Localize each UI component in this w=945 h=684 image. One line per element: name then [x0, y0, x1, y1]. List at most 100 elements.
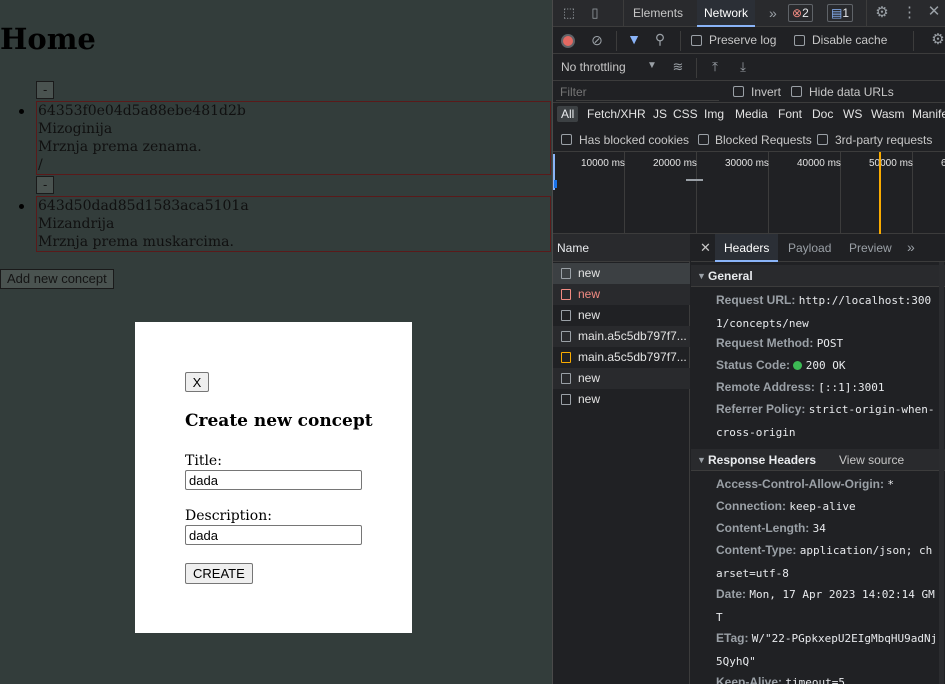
type-filter-img[interactable]: Img [704, 107, 724, 121]
import-har-icon[interactable]: ⤒ [707, 59, 723, 75]
request-row[interactable]: new [553, 368, 690, 389]
tab-network[interactable]: Network [697, 0, 756, 27]
request-name: new [578, 371, 601, 385]
divider [616, 31, 617, 51]
network-settings-icon[interactable]: ⚙ [929, 32, 945, 48]
third-party-checkbox[interactable] [817, 134, 828, 145]
type-filter-css[interactable]: CSS [673, 107, 698, 121]
scrollbar[interactable] [939, 262, 944, 684]
view-source-link[interactable]: View source [839, 449, 904, 471]
request-row[interactable]: new [553, 305, 690, 326]
blocked-cookies-checkbox[interactable] [561, 134, 572, 145]
page-title: Home [0, 22, 96, 56]
kebab-menu-icon[interactable]: ⋮ [902, 5, 917, 21]
header-key: Status Code: [716, 358, 791, 372]
tab-payload[interactable]: Payload [788, 241, 831, 255]
inspect-element-icon[interactable]: ⬚ [561, 5, 577, 21]
header-key: Access-Control-Allow-Origin: [716, 477, 885, 491]
request-row[interactable]: main.a5c5db797f7... [553, 347, 690, 368]
request-row[interactable]: new [553, 284, 690, 305]
type-filter-fetch-xhr[interactable]: Fetch/XHR [587, 107, 646, 121]
search-icon[interactable]: ⚲ [652, 31, 668, 47]
type-filter-ws[interactable]: WS [843, 107, 862, 121]
blocked-requests-checkbox[interactable] [698, 134, 709, 145]
hide-data-urls-checkbox[interactable] [791, 86, 802, 97]
header-value: 200 OK [805, 359, 846, 372]
request-row[interactable]: new [553, 263, 690, 284]
add-concept-button[interactable]: Add new concept [0, 269, 114, 289]
error-document-icon [561, 289, 571, 300]
type-filter-doc[interactable]: Doc [812, 107, 833, 121]
type-filter-font[interactable]: Font [778, 107, 802, 121]
request-name: new [578, 266, 601, 280]
create-button[interactable]: CREATE [185, 563, 253, 584]
record-icon[interactable] [561, 34, 575, 48]
concept-id: 643d50dad85d1583aca5101a [38, 198, 249, 214]
tab-preview[interactable]: Preview [849, 241, 892, 255]
title-input[interactable] [185, 470, 362, 490]
settings-gear-icon[interactable]: ⚙ [873, 5, 891, 21]
name-column-header[interactable]: Name [553, 234, 690, 262]
throttling-select[interactable]: No throttling [561, 60, 626, 74]
error-count-badge[interactable]: ⊗2 [788, 4, 813, 22]
timeline-tick-label: 10000 ms [581, 158, 625, 169]
remove-concept-button[interactable]: - [36, 176, 55, 194]
date-row: Date: Mon, 17 Apr 2023 14:02:14 GM T [716, 583, 941, 629]
close-details-icon[interactable]: ✕ [700, 240, 711, 256]
filter-icon[interactable]: ▼ [626, 31, 642, 47]
resource-type-filters: All Fetch/XHR JS CSS Img Media Font Doc … [553, 103, 945, 128]
tab-headers[interactable]: Headers [715, 234, 779, 262]
message-count-badge[interactable]: ▤1 [827, 4, 854, 22]
disable-cache-checkbox[interactable] [794, 35, 805, 46]
document-icon [561, 394, 571, 405]
modal-title: Create new concept [185, 411, 373, 431]
request-details: ✕ Headers Payload Preview » ▼ General Re… [691, 234, 945, 684]
header-value: * [887, 478, 894, 491]
type-filter-js[interactable]: JS [653, 107, 667, 121]
header-key: Connection: [716, 499, 786, 513]
timeline-request-bar [554, 180, 557, 188]
header-value: T [716, 611, 723, 624]
header-value: 34 [812, 522, 826, 535]
request-row[interactable]: new [553, 389, 690, 410]
request-row[interactable]: main.a5c5db797f7... [553, 326, 690, 347]
header-key: ETag: [716, 631, 749, 645]
close-modal-button[interactable]: X [185, 372, 209, 392]
type-filter-wasm[interactable]: Wasm [871, 107, 905, 121]
response-headers-section-header[interactable]: ▼ Response Headers View source [691, 449, 945, 471]
network-toolbar: ⊘ ▼ ⚲ Preserve log Disable cache ⚙ [553, 27, 945, 54]
close-icon[interactable]: ✕ [926, 4, 942, 20]
header-value: 1/concepts/new [716, 317, 809, 330]
concept-title: Mizoginija [38, 121, 113, 137]
filter-input[interactable] [556, 83, 719, 101]
network-timeline-overview[interactable]: 10000 ms 20000 ms 30000 ms 40000 ms 5000… [553, 152, 945, 234]
type-filter-manifest[interactable]: Manifest [912, 107, 945, 121]
header-key: Request URL: [716, 293, 796, 307]
more-tabs-icon[interactable]: » [907, 239, 915, 255]
more-tabs-icon[interactable]: » [769, 5, 777, 21]
header-value: W/"22-PGpkxepU2EIgMbqHU9adNj [751, 632, 938, 645]
type-filter-all[interactable]: All [557, 106, 579, 122]
status-ok-icon [793, 361, 803, 370]
remove-concept-button[interactable]: - [36, 81, 55, 99]
request-list: Name new new new main.a5c5db797f7... mai… [553, 234, 690, 684]
devtools-panel: ⬚ ▯ Elements Network » ⊗2 ▤1 ⚙ ⋮ ✕ ⊘ ▼ ⚲… [552, 0, 945, 684]
blocked-requests-label: Blocked Requests [715, 133, 812, 147]
type-filter-media[interactable]: Media [735, 107, 768, 121]
concept-description: Mrznja prema muskarcima. [38, 234, 234, 250]
content-length-row: Content-Length: 34 [716, 517, 941, 540]
export-har-icon[interactable]: ⤓ [735, 59, 751, 75]
concept-extra: / [38, 157, 43, 173]
general-section-header[interactable]: ▼ General [691, 265, 945, 287]
dropdown-arrow-icon[interactable]: ▼ [647, 60, 657, 71]
header-value: cross-origin [716, 426, 796, 439]
description-input[interactable] [185, 525, 362, 545]
preserve-log-checkbox[interactable] [691, 35, 702, 46]
invert-checkbox[interactable] [733, 86, 744, 97]
device-toolbar-icon[interactable]: ▯ [587, 5, 603, 21]
document-icon [561, 373, 571, 384]
tab-elements[interactable]: Elements [633, 6, 683, 20]
network-conditions-icon[interactable]: ≋ [669, 59, 687, 75]
clear-icon[interactable]: ⊘ [589, 32, 605, 48]
invert-label: Invert [751, 85, 782, 99]
